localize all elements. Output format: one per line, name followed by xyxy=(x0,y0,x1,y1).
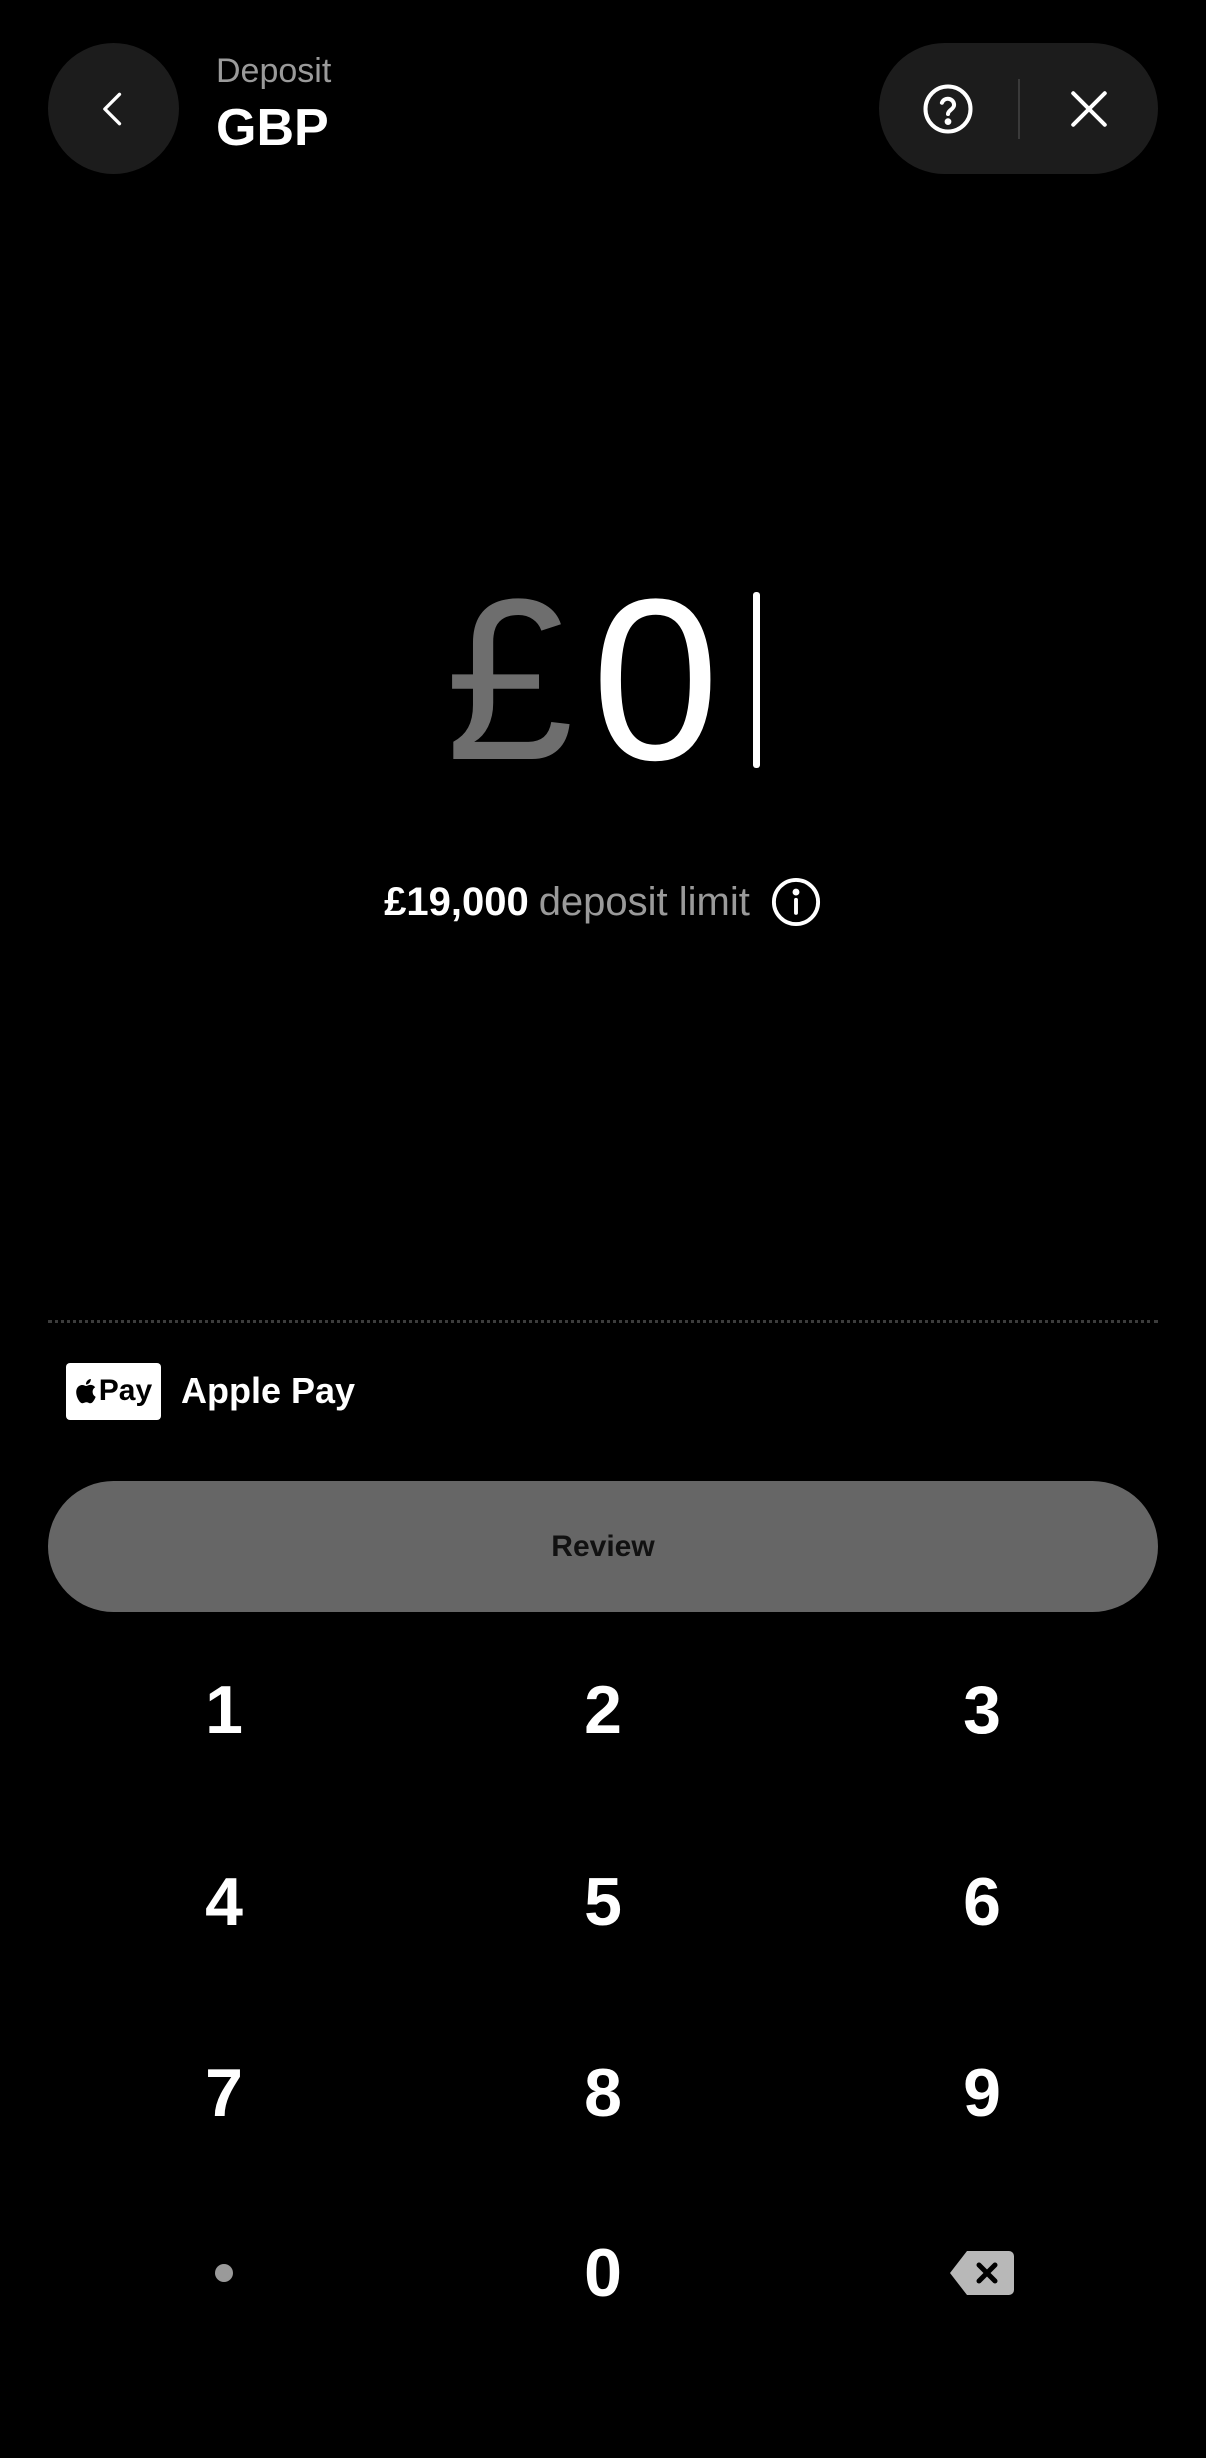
keypad-key-4[interactable]: 4 xyxy=(74,1812,374,1992)
numeric-keypad: 1 2 3 4 5 6 7 8 9 0 xyxy=(0,1620,1206,2400)
deposit-limit: £19,000 deposit limit xyxy=(0,872,1206,932)
keypad-key-0[interactable]: 0 xyxy=(453,2183,753,2363)
review-button[interactable]: Review xyxy=(48,1481,1158,1612)
payment-method-selector[interactable]: Pay Apple Pay xyxy=(66,1362,355,1420)
question-circle-icon xyxy=(923,83,973,134)
keypad-key-decimal[interactable] xyxy=(74,2183,374,2363)
payment-method-label: Apple Pay xyxy=(181,1370,356,1411)
close-icon xyxy=(1070,90,1107,127)
keypad-key-7[interactable]: 7 xyxy=(74,2003,374,2183)
decimal-dot-icon xyxy=(215,2264,233,2282)
header-actions xyxy=(879,43,1158,174)
keypad-backspace[interactable] xyxy=(832,2183,1132,2363)
back-button[interactable] xyxy=(48,43,179,174)
close-button[interactable] xyxy=(1020,43,1159,174)
deposit-limit-text: deposit limit xyxy=(538,879,750,924)
amount-input[interactable]: £ 0 xyxy=(0,560,1206,800)
deposit-limit-amount: £19,000 xyxy=(384,879,529,924)
text-caret xyxy=(753,592,761,768)
header-subtitle: Deposit xyxy=(216,52,332,90)
section-divider xyxy=(48,1320,1158,1323)
header-titles: Deposit GBP xyxy=(216,50,331,160)
keypad-key-6[interactable]: 6 xyxy=(832,1812,1132,1992)
keypad-key-8[interactable]: 8 xyxy=(453,2003,753,2183)
keypad-key-1[interactable]: 1 xyxy=(74,1620,374,1800)
keypad-key-3[interactable]: 3 xyxy=(832,1620,1132,1800)
apple-pay-badge-text: Pay xyxy=(98,1374,153,1407)
keypad-key-5[interactable]: 5 xyxy=(453,1812,753,1992)
amount-value: 0 xyxy=(591,551,720,808)
keypad-key-9[interactable]: 9 xyxy=(832,2003,1132,2183)
info-circle-icon[interactable] xyxy=(770,876,822,928)
apple-pay-badge: Pay xyxy=(66,1362,161,1420)
chevron-left-icon xyxy=(102,92,121,125)
header-title: GBP xyxy=(216,99,329,157)
keypad-key-2[interactable]: 2 xyxy=(453,1620,753,1800)
backspace-icon xyxy=(950,2251,1014,2295)
amount-currency-symbol: £ xyxy=(445,551,574,808)
apple-logo-icon xyxy=(76,1379,96,1404)
help-button[interactable] xyxy=(879,43,1018,174)
